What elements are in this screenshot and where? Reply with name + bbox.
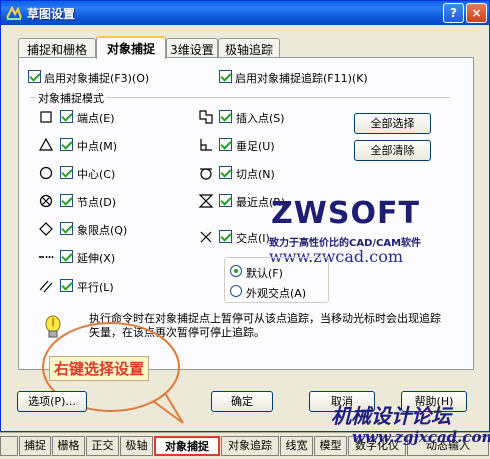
tangent-checkbox[interactable] xyxy=(219,166,232,179)
close-button[interactable]: × xyxy=(466,3,487,23)
forum-url-watermark: www.zgjxcad.com xyxy=(352,428,490,446)
tab-polar-tracking[interactable]: 极轴追踪 xyxy=(218,38,280,58)
extension-label: 延伸(X) xyxy=(77,252,116,265)
quadrant-label: 象限点(Q) xyxy=(77,224,128,237)
track-on-checkbox[interactable] xyxy=(219,70,232,83)
track-on-label: 启用对象捕捉追踪(F11)(K) xyxy=(235,72,368,85)
snap-on-label: 启用对象捕捉(F3)(O) xyxy=(44,72,150,85)
status-polar[interactable]: 极轴 xyxy=(120,436,153,456)
select-all-button[interactable]: 全部选择 xyxy=(354,113,431,134)
center-checkbox[interactable] xyxy=(60,166,73,179)
status-grid[interactable]: 栅格 xyxy=(52,436,85,456)
circle-icon xyxy=(39,166,53,180)
callout-label: 右键选择设置 xyxy=(49,356,150,381)
status-lineweight[interactable]: 线宽 xyxy=(280,436,313,456)
status-object-snap[interactable]: 对象捕捉 xyxy=(154,436,220,456)
midpoint-checkbox[interactable] xyxy=(60,138,73,151)
tab-3d-settings[interactable]: 3维设置 xyxy=(166,38,218,58)
apparent-intersection-label: 外观交点(A) xyxy=(246,287,307,300)
parallel-label: 平行(L) xyxy=(77,281,114,294)
dialog-title: 草图设置 xyxy=(27,7,76,21)
snap-on-checkbox[interactable] xyxy=(28,70,41,83)
intersection-label: 交点(I) xyxy=(236,232,270,245)
nearest-checkbox[interactable] xyxy=(219,194,232,207)
parallel-icon xyxy=(39,280,53,293)
tab-object-snap[interactable]: 对象捕捉 xyxy=(96,36,166,59)
perpendicular-label: 垂足(U) xyxy=(236,140,275,153)
options-button[interactable]: 选项(P)... xyxy=(17,391,87,412)
status-left-cell xyxy=(0,436,18,456)
perpendicular-icon xyxy=(200,139,212,151)
apparent-intersection-radio[interactable] xyxy=(230,285,242,297)
title-bar[interactable]: 草图设置 ? × xyxy=(1,1,489,25)
snap-modes-group-title: 对象捕捉模式 xyxy=(36,90,106,106)
status-model[interactable]: 模型 xyxy=(314,436,347,456)
clear-all-button[interactable]: 全部清除 xyxy=(354,140,431,161)
tangent-icon xyxy=(200,168,212,180)
insert-label: 插入点(S) xyxy=(236,112,285,125)
ok-button[interactable]: 确定 xyxy=(211,391,273,412)
nearest-icon xyxy=(198,194,214,208)
node-label: 节点(D) xyxy=(77,196,117,209)
perpendicular-checkbox[interactable] xyxy=(219,138,232,151)
node-checkbox[interactable] xyxy=(60,194,73,207)
help-title-button[interactable]: ? xyxy=(443,3,464,23)
endpoint-checkbox[interactable] xyxy=(60,110,73,123)
default-radio-label: 默认(F) xyxy=(246,267,283,280)
default-radio[interactable] xyxy=(230,265,242,277)
status-ortho[interactable]: 正交 xyxy=(86,436,119,456)
parallel-checkbox[interactable] xyxy=(60,279,73,292)
extension-checkbox[interactable] xyxy=(60,250,73,263)
insert-checkbox[interactable] xyxy=(219,110,232,123)
diamond-icon xyxy=(39,222,53,236)
square-icon xyxy=(40,111,52,123)
extension-icon xyxy=(39,256,54,258)
zwsoft-logo: ZWSOFT xyxy=(271,196,420,231)
intersection-checkbox[interactable] xyxy=(219,230,232,243)
status-snap[interactable]: 捕捉 xyxy=(19,436,51,456)
center-label: 中心(C) xyxy=(77,168,116,181)
drafting-settings-dialog: 草图设置 ? × 捕捉和栅格 对象捕捉 3维设置 极轴追踪 启用对象捕捉(F3)… xyxy=(0,0,490,432)
insert-icon xyxy=(199,110,213,124)
status-object-track[interactable]: 对象追踪 xyxy=(221,436,279,456)
intersection-icon xyxy=(200,231,212,243)
endpoint-label: 端点(E) xyxy=(77,112,115,125)
quadrant-checkbox[interactable] xyxy=(60,222,73,235)
tangent-label: 切点(N) xyxy=(236,168,275,181)
triangle-icon xyxy=(38,137,54,151)
midpoint-label: 中点(M) xyxy=(77,140,118,153)
node-icon xyxy=(39,194,53,208)
app-icon xyxy=(6,5,22,20)
tab-snap-grid[interactable]: 捕捉和栅格 xyxy=(18,38,96,58)
forum-watermark: 机械设计论坛 xyxy=(331,404,451,428)
